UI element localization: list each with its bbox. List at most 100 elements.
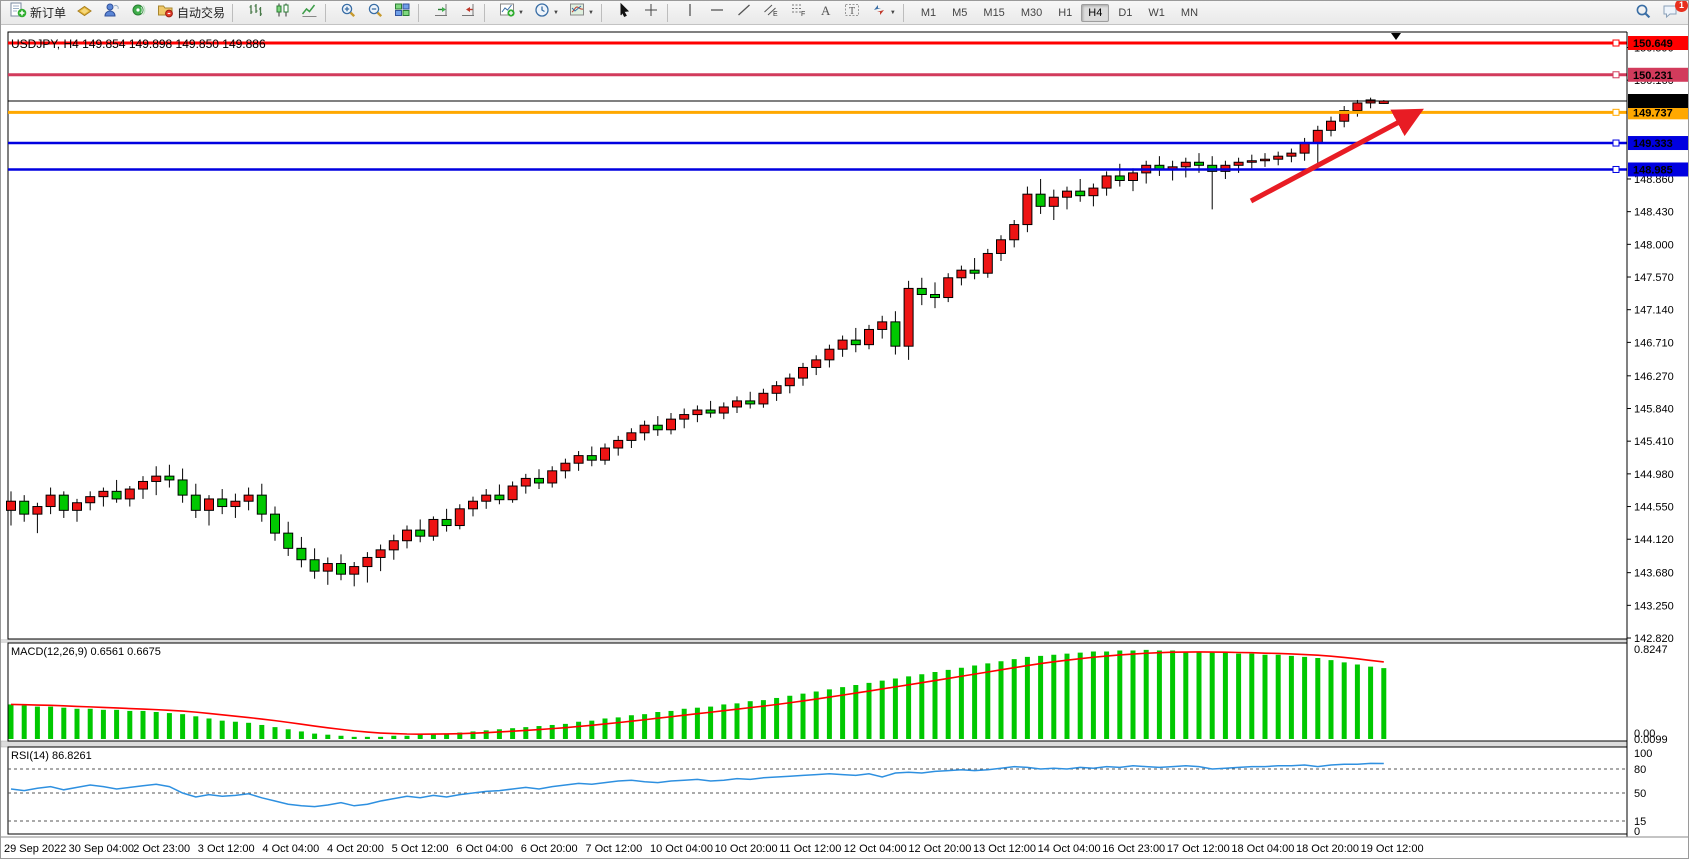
toolbar-separator bbox=[903, 4, 911, 22]
candle bbox=[139, 481, 148, 489]
auto-scroll-button[interactable] bbox=[429, 2, 454, 24]
candle bbox=[1115, 176, 1124, 181]
chart-profiles-button[interactable] bbox=[72, 2, 97, 24]
candle bbox=[587, 456, 596, 461]
auto-trading-button-label: 自动交易 bbox=[177, 4, 225, 21]
candle bbox=[178, 480, 187, 495]
level-line-handle[interactable] bbox=[1613, 72, 1619, 78]
tile-windows-button[interactable] bbox=[390, 2, 415, 24]
price-axis-tick: 144.120 bbox=[1634, 534, 1674, 546]
templates-button[interactable]: ▼ bbox=[565, 2, 598, 24]
level-line-handle[interactable] bbox=[1613, 40, 1619, 46]
candle bbox=[1274, 156, 1283, 159]
notifications-button[interactable]: 1 bbox=[1658, 2, 1683, 24]
svg-text:A: A bbox=[821, 3, 831, 18]
line-chart-button[interactable] bbox=[297, 2, 322, 24]
candle bbox=[508, 486, 517, 500]
bar-chart-button[interactable] bbox=[243, 2, 268, 24]
candle bbox=[878, 322, 887, 330]
candle bbox=[706, 410, 715, 413]
candle bbox=[1129, 173, 1138, 181]
candlestick-chart-button[interactable] bbox=[270, 2, 295, 24]
time-axis-label: 2 Oct 23:00 bbox=[133, 843, 190, 855]
trendline-button[interactable] bbox=[732, 2, 757, 24]
candle bbox=[46, 495, 55, 506]
price-axis-tick: 148.000 bbox=[1634, 239, 1674, 251]
zoom-in-button[interactable] bbox=[336, 2, 361, 24]
candle bbox=[376, 550, 385, 558]
candle bbox=[469, 501, 478, 509]
equidistant-channel-icon: E bbox=[763, 2, 780, 23]
market-watch-icon bbox=[103, 2, 120, 23]
crosshair-icon bbox=[643, 2, 660, 23]
tab-timeframe-mn[interactable]: MN bbox=[1174, 4, 1205, 22]
chart-profiles-icon bbox=[76, 2, 93, 23]
time-axis-label: 6 Oct 20:00 bbox=[521, 843, 578, 855]
tab-timeframe-w1[interactable]: W1 bbox=[1141, 4, 1172, 22]
candle bbox=[614, 440, 623, 448]
time-axis-label: 4 Oct 20:00 bbox=[327, 843, 384, 855]
search-button[interactable] bbox=[1631, 2, 1656, 24]
periods-button[interactable]: ▼ bbox=[530, 2, 563, 24]
tab-timeframe-m1[interactable]: M1 bbox=[914, 4, 943, 22]
candle bbox=[231, 501, 240, 506]
fibonacci-button[interactable]: F bbox=[786, 2, 811, 24]
candle bbox=[653, 425, 662, 430]
toolbar-separator bbox=[232, 4, 240, 22]
auto-scroll-icon bbox=[433, 2, 450, 23]
tab-timeframe-m30[interactable]: M30 bbox=[1014, 4, 1049, 22]
price-axis-tick: 144.550 bbox=[1634, 502, 1674, 514]
candle bbox=[284, 533, 293, 548]
text-button[interactable]: A bbox=[813, 2, 838, 24]
main-toolbar: 新订单自动交易▼▼▼EFAT▼M1M5M15M30H1H4D1W1MN 1 bbox=[1, 1, 1689, 25]
auto-trading-button[interactable]: 自动交易 bbox=[153, 2, 229, 24]
equidistant-channel-button[interactable]: E bbox=[759, 2, 784, 24]
zoom-out-button[interactable] bbox=[363, 2, 388, 24]
indicators-icon bbox=[499, 2, 516, 23]
templates-icon bbox=[569, 2, 586, 23]
vertical-line-button[interactable] bbox=[678, 2, 703, 24]
crosshair-button[interactable] bbox=[639, 2, 664, 24]
candle bbox=[429, 519, 438, 536]
arrows-button[interactable]: ▼ bbox=[867, 2, 900, 24]
candle bbox=[917, 288, 926, 294]
candle bbox=[997, 240, 1006, 254]
text-icon: A bbox=[817, 2, 834, 23]
horizontal-line-button[interactable] bbox=[705, 2, 730, 24]
tab-timeframe-m15[interactable]: M15 bbox=[976, 4, 1011, 22]
trendline-icon bbox=[736, 2, 753, 23]
candle bbox=[904, 288, 913, 346]
time-axis-label: 6 Oct 04:00 bbox=[456, 843, 513, 855]
tab-timeframe-d1[interactable]: D1 bbox=[1111, 4, 1139, 22]
candle bbox=[1076, 191, 1085, 196]
candle-chart-icon bbox=[274, 2, 291, 23]
candle bbox=[1353, 103, 1362, 111]
signals-button[interactable] bbox=[126, 2, 151, 24]
time-axis-label: 11 Oct 12:00 bbox=[779, 843, 841, 855]
zoom-out-icon bbox=[367, 2, 384, 23]
text-label-button[interactable]: T bbox=[840, 2, 865, 24]
level-line-handle[interactable] bbox=[1613, 109, 1619, 115]
tab-timeframe-h1[interactable]: H1 bbox=[1051, 4, 1079, 22]
candle bbox=[1313, 130, 1322, 142]
candle bbox=[495, 495, 504, 500]
candle bbox=[759, 393, 768, 404]
candle bbox=[165, 476, 174, 480]
indicators-button[interactable]: ▼ bbox=[495, 2, 528, 24]
toolbar-right-group: 1 bbox=[1630, 1, 1684, 25]
candle bbox=[86, 497, 95, 503]
chart-shift-button[interactable] bbox=[456, 2, 481, 24]
cursor-button[interactable] bbox=[612, 2, 637, 24]
level-line-handle[interactable] bbox=[1613, 140, 1619, 146]
candle bbox=[416, 530, 425, 536]
chart-canvas[interactable]: 150.590150.160148.860148.430148.000147.5… bbox=[1, 25, 1689, 859]
tab-timeframe-m5[interactable]: M5 bbox=[945, 4, 974, 22]
tab-timeframe-h4[interactable]: H4 bbox=[1081, 4, 1109, 22]
level-line-handle[interactable] bbox=[1613, 166, 1619, 172]
price-axis-tick: 144.980 bbox=[1634, 469, 1674, 481]
candle bbox=[73, 503, 82, 511]
market-watch-button[interactable] bbox=[99, 2, 124, 24]
rsi-axis-label: 50 bbox=[1634, 788, 1646, 800]
candle bbox=[680, 415, 689, 420]
new-order-button[interactable]: 新订单 bbox=[6, 2, 70, 24]
